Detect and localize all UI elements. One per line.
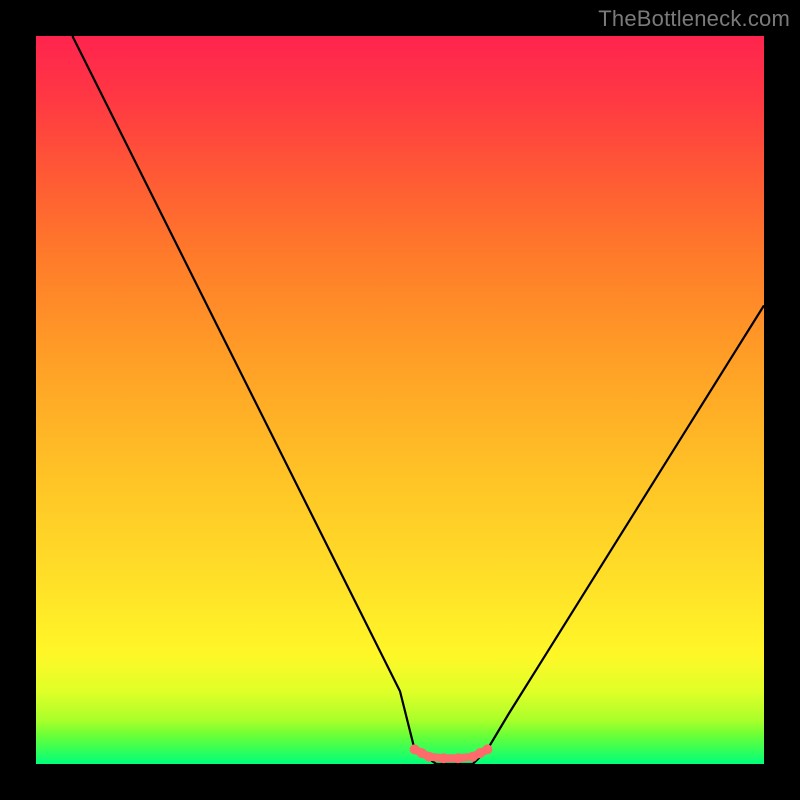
chart-frame: TheBottleneck.com <box>0 0 800 800</box>
chart-gradient-area <box>36 36 764 764</box>
watermark-text: TheBottleneck.com <box>598 6 790 32</box>
